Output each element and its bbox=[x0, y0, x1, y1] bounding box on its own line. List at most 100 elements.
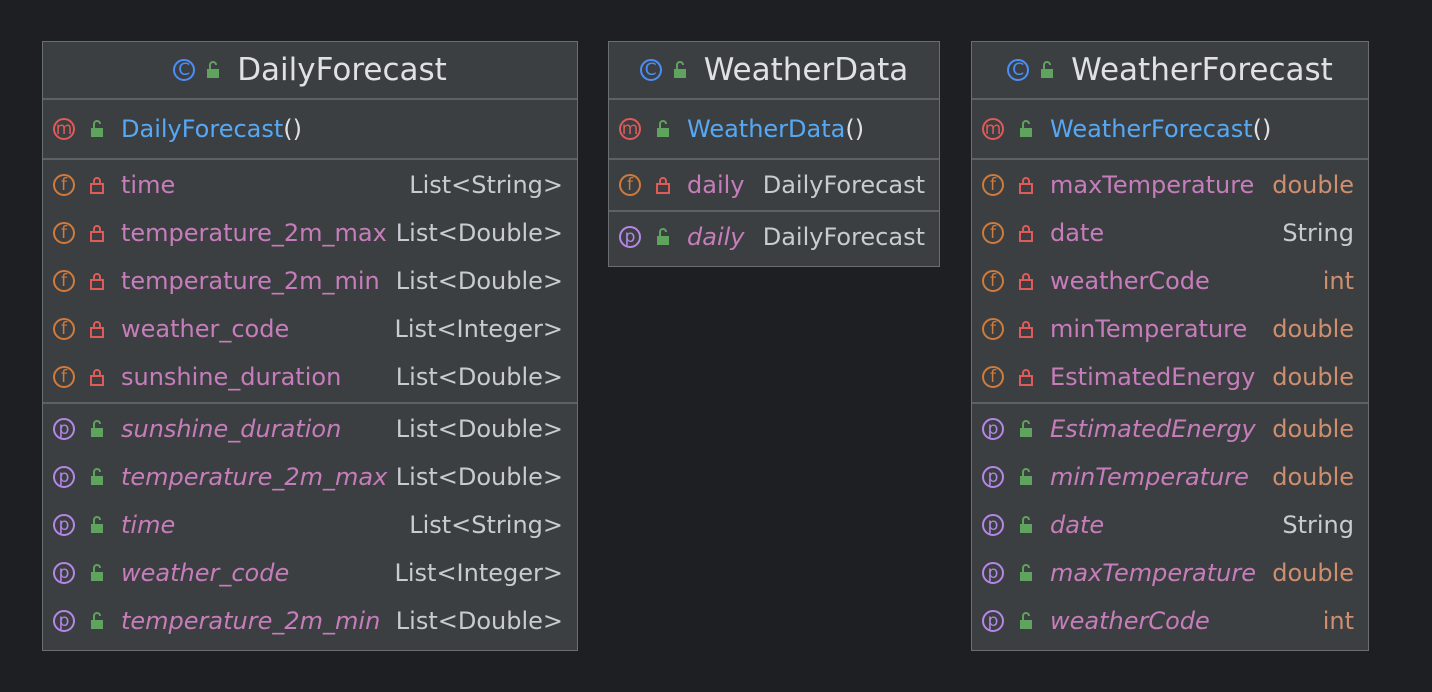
constructor-parens: () bbox=[1252, 115, 1272, 143]
constructor-name: WeatherData bbox=[687, 115, 846, 143]
class-box-dailyforecast[interactable]: C DailyForecast m DailyForecast() f time… bbox=[42, 41, 578, 651]
unlocked-icon bbox=[1020, 468, 1032, 485]
class-header: C WeatherData bbox=[609, 42, 939, 100]
property-icon: p bbox=[53, 466, 75, 488]
field-row[interactable]: f maxTemperature double bbox=[972, 161, 1368, 209]
property-name: weather_code bbox=[121, 559, 290, 587]
field-icon: f bbox=[982, 222, 1004, 244]
field-icon: f bbox=[619, 174, 641, 196]
method-icon: m bbox=[982, 118, 1004, 140]
property-icon: p bbox=[53, 610, 75, 632]
property-icon: p bbox=[53, 514, 75, 536]
field-type: double bbox=[1272, 171, 1354, 199]
property-icon: p bbox=[982, 562, 1004, 584]
constructor-parens: () bbox=[283, 115, 303, 143]
property-row[interactable]: p weather_code List<Integer> bbox=[43, 549, 577, 597]
property-type: double bbox=[1272, 415, 1354, 443]
field-icon: f bbox=[53, 174, 75, 196]
lock-icon bbox=[1019, 273, 1033, 290]
field-row[interactable]: f EstimatedEnergy double bbox=[972, 353, 1368, 401]
field-name: maxTemperature bbox=[1050, 171, 1255, 199]
class-box-weatherforecast[interactable]: C WeatherForecast m WeatherForecast() f … bbox=[971, 41, 1369, 651]
property-type: DailyForecast bbox=[762, 223, 925, 251]
method-icon: m bbox=[619, 118, 641, 140]
property-name: EstimatedEnergy bbox=[1050, 415, 1256, 443]
field-row[interactable]: f date String bbox=[972, 209, 1368, 257]
property-name: date bbox=[1050, 511, 1105, 539]
constructor-section: m WeatherData() bbox=[609, 100, 939, 160]
constructor-name: DailyForecast bbox=[121, 115, 284, 143]
field-row[interactable]: f minTemperature double bbox=[972, 305, 1368, 353]
field-row[interactable]: f temperature_2m_max List<Double> bbox=[43, 209, 577, 257]
field-name: daily bbox=[687, 171, 745, 199]
properties-section: p EstimatedEnergy double p minTemperatur… bbox=[972, 404, 1368, 646]
property-type: int bbox=[1322, 607, 1354, 635]
fields-section: f daily DailyForecast bbox=[609, 160, 939, 212]
unlocked-icon bbox=[1020, 564, 1032, 581]
class-icon: C bbox=[639, 59, 662, 81]
class-icon: C bbox=[173, 59, 196, 81]
field-type: List<String> bbox=[409, 171, 563, 199]
property-type: double bbox=[1272, 559, 1354, 587]
constructor-row[interactable]: m DailyForecast() bbox=[43, 101, 577, 157]
property-row[interactable]: p sunshine_duration List<Double> bbox=[43, 405, 577, 453]
lock-icon bbox=[1019, 177, 1033, 194]
field-row[interactable]: f weather_code List<Integer> bbox=[43, 305, 577, 353]
unlocked-icon bbox=[1020, 420, 1032, 437]
property-name: daily bbox=[687, 223, 745, 251]
unlocked-icon bbox=[91, 516, 103, 533]
unlocked-icon bbox=[1041, 61, 1054, 78]
constructor-section: m DailyForecast() bbox=[43, 100, 577, 160]
field-row[interactable]: f sunshine_duration List<Double> bbox=[43, 353, 577, 401]
field-row[interactable]: f temperature_2m_min List<Double> bbox=[43, 257, 577, 305]
field-type: String bbox=[1282, 219, 1354, 247]
property-name: minTemperature bbox=[1050, 463, 1249, 491]
lock-icon bbox=[1019, 369, 1033, 386]
property-type: List<Double> bbox=[395, 463, 563, 491]
lock-icon bbox=[1019, 225, 1033, 242]
lock-icon bbox=[656, 177, 670, 194]
unlocked-icon bbox=[673, 61, 686, 78]
property-row[interactable]: p weatherCode int bbox=[972, 597, 1368, 645]
property-row[interactable]: p daily DailyForecast bbox=[609, 213, 939, 261]
field-name: EstimatedEnergy bbox=[1050, 363, 1256, 391]
unlocked-icon bbox=[1020, 120, 1032, 137]
constructor-parens: () bbox=[845, 115, 865, 143]
property-row[interactable]: p temperature_2m_min List<Double> bbox=[43, 597, 577, 645]
property-icon: p bbox=[53, 562, 75, 584]
unlocked-icon bbox=[91, 564, 103, 581]
property-row[interactable]: p time List<String> bbox=[43, 501, 577, 549]
property-row[interactable]: p temperature_2m_max List<Double> bbox=[43, 453, 577, 501]
unlocked-icon bbox=[657, 228, 669, 245]
properties-section: p sunshine_duration List<Double> p tempe… bbox=[43, 404, 577, 646]
method-icon: m bbox=[53, 118, 75, 140]
property-row[interactable]: p maxTemperature double bbox=[972, 549, 1368, 597]
property-row[interactable]: p date String bbox=[972, 501, 1368, 549]
property-type: List<Double> bbox=[395, 607, 563, 635]
unlocked-icon bbox=[91, 468, 103, 485]
property-name: temperature_2m_min bbox=[121, 607, 381, 635]
field-icon: f bbox=[53, 222, 75, 244]
class-header: C WeatherForecast bbox=[972, 42, 1368, 100]
property-name: temperature_2m_max bbox=[121, 463, 388, 491]
property-type: List<Integer> bbox=[394, 559, 563, 587]
property-row[interactable]: p EstimatedEnergy double bbox=[972, 405, 1368, 453]
field-type: List<Integer> bbox=[394, 315, 563, 343]
constructor-row[interactable]: m WeatherData() bbox=[609, 101, 939, 157]
property-type: String bbox=[1282, 511, 1354, 539]
class-box-weatherdata[interactable]: C WeatherData m WeatherData() f daily Da… bbox=[608, 41, 940, 267]
property-name: weatherCode bbox=[1050, 607, 1210, 635]
lock-icon bbox=[90, 177, 104, 194]
constructor-row[interactable]: m WeatherForecast() bbox=[972, 101, 1368, 157]
unlocked-icon bbox=[1020, 612, 1032, 629]
lock-icon bbox=[1019, 321, 1033, 338]
class-name: WeatherForecast bbox=[1071, 52, 1333, 88]
field-name: temperature_2m_min bbox=[121, 267, 380, 295]
field-row[interactable]: f weatherCode int bbox=[972, 257, 1368, 305]
property-icon: p bbox=[982, 466, 1004, 488]
field-row[interactable]: f time List<String> bbox=[43, 161, 577, 209]
field-type: List<Double> bbox=[395, 267, 563, 295]
class-icon: C bbox=[1007, 59, 1030, 81]
property-row[interactable]: p minTemperature double bbox=[972, 453, 1368, 501]
field-row[interactable]: f daily DailyForecast bbox=[609, 161, 939, 209]
